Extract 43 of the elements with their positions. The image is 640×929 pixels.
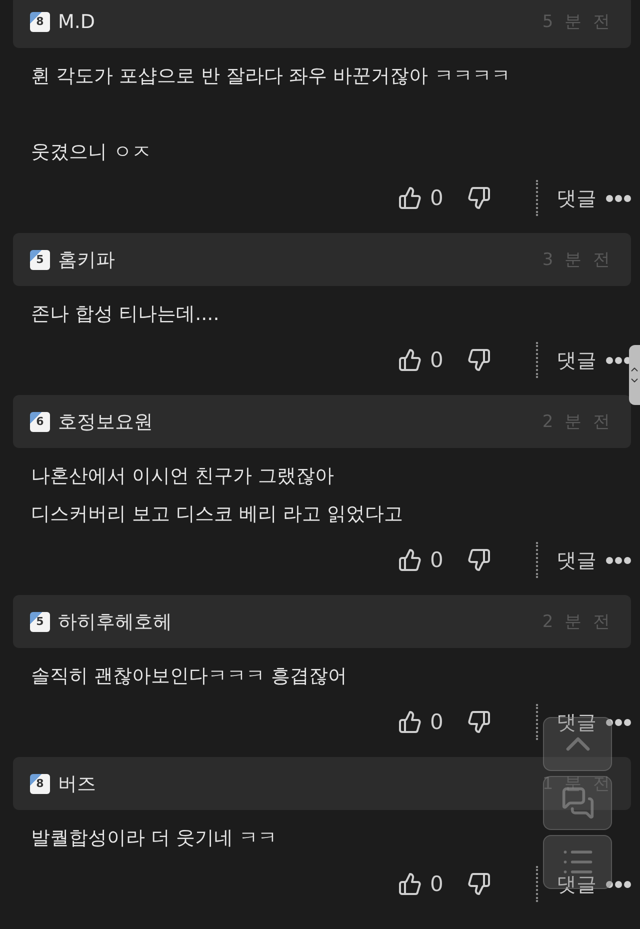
- like-button[interactable]: [398, 348, 422, 372]
- reply-button[interactable]: 댓글: [556, 546, 596, 574]
- like-button[interactable]: [398, 872, 422, 896]
- more-button[interactable]: [606, 194, 632, 202]
- dislike-button[interactable]: [467, 348, 492, 372]
- reply-button[interactable]: 댓글: [556, 346, 596, 374]
- dislike-button[interactable]: [467, 186, 492, 210]
- comment-text: 디스커버리 보고 디스코 베리 라고 읽었다고: [31, 502, 404, 527]
- more-button[interactable]: [606, 556, 632, 564]
- like-button[interactable]: [398, 186, 422, 210]
- level-badge: 6: [30, 412, 50, 432]
- comment-text: 나혼산에서 이시언 친구가 그랬잖아: [31, 464, 336, 489]
- like-count: 0: [430, 186, 444, 210]
- scroll-handle[interactable]: [629, 345, 640, 405]
- author-name: 버즈: [58, 772, 96, 796]
- like-button[interactable]: [398, 710, 422, 734]
- comment-text: 솔직히 괜찮아보인다ㅋㅋㅋ 흥겹잖어: [31, 664, 348, 689]
- author-name: 홈키파: [58, 248, 115, 272]
- like-count: 0: [430, 872, 444, 896]
- more-button[interactable]: [606, 718, 632, 726]
- comment-text: 발퀄합성이라 더 웃기네 ㅋㅋ: [31, 826, 278, 851]
- comment-text: 존나 합성 티나는데....: [31, 302, 220, 327]
- like-button[interactable]: [398, 548, 422, 572]
- level-badge: 8: [30, 774, 50, 794]
- dislike-button[interactable]: [467, 872, 492, 896]
- level-badge: 5: [30, 250, 50, 270]
- like-count: 0: [430, 548, 444, 572]
- dislike-button[interactable]: [467, 710, 492, 734]
- reply-button[interactable]: 댓글: [556, 184, 596, 212]
- level-badge: 8: [30, 12, 50, 32]
- reply-button[interactable]: 댓글: [556, 708, 596, 736]
- more-button[interactable]: [606, 880, 632, 888]
- like-count: 0: [430, 348, 444, 372]
- dislike-button[interactable]: [467, 548, 492, 572]
- comment-text: 웃겼으니 ㅇㅈ: [31, 140, 152, 165]
- like-count: 0: [430, 710, 444, 734]
- reply-button[interactable]: 댓글: [556, 870, 596, 898]
- author-name: M.D: [58, 10, 96, 32]
- comments-button[interactable]: [543, 776, 612, 830]
- comment-text: 휜 각도가 포샵으로 반 잘라다 좌우 바꾼거잖아 ㅋㅋㅋㅋ: [31, 64, 512, 89]
- author-name: 하히후헤호헤: [58, 610, 172, 634]
- author-name: 호정보요원: [58, 410, 153, 434]
- level-badge: 5: [30, 612, 50, 632]
